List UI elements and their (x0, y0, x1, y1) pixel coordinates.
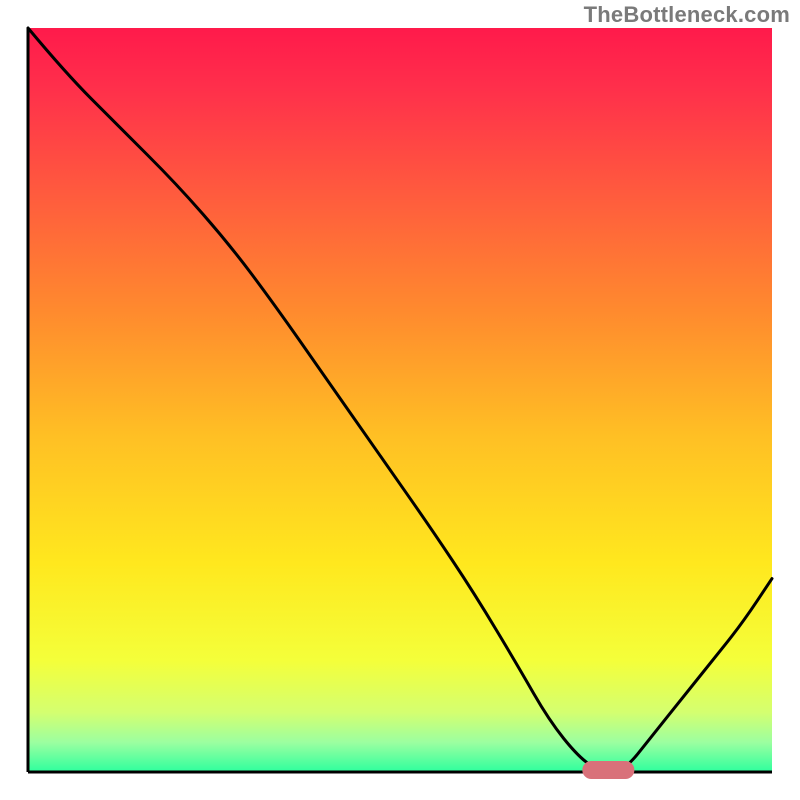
marker-optimum (582, 761, 634, 779)
watermark: TheBottleneck.com (584, 2, 790, 28)
plot-area (28, 28, 772, 772)
